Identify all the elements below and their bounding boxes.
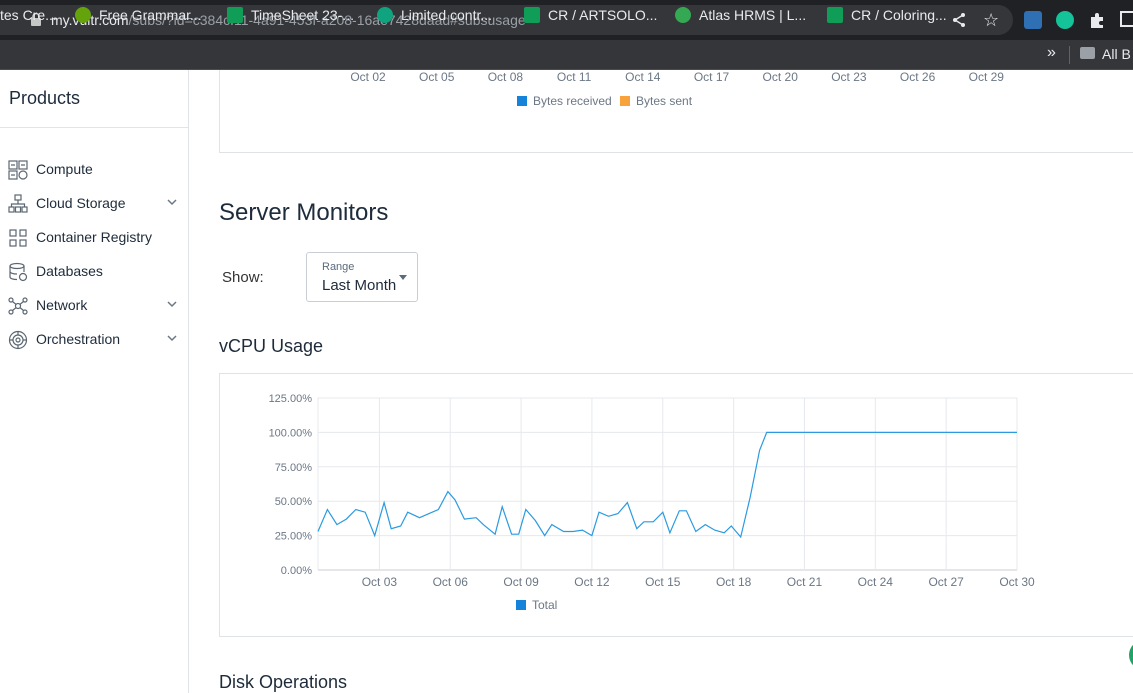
x-tick-label: Oct 30 (999, 575, 1035, 589)
y-tick-label: 125.00% (269, 393, 313, 405)
y-tick-label: 0.00% (281, 565, 312, 577)
compute-icon (8, 160, 28, 180)
x-tick-label: Oct 06 (433, 575, 469, 589)
databases-icon (9, 262, 28, 282)
sidebar-item-label: Container Registry (36, 229, 152, 245)
x-tick-label: Oct 12 (574, 575, 610, 589)
bookmark-star-icon[interactable]: ☆ (983, 10, 999, 31)
orchestration-icon (8, 330, 28, 350)
dropdown-caret-icon (399, 275, 407, 280)
grammar-favicon-icon (75, 7, 91, 23)
chevron-down-icon[interactable] (166, 196, 178, 208)
openai-favicon-icon (377, 7, 393, 23)
all-bookmarks-button[interactable]: All B (1102, 46, 1131, 62)
container-registry-icon (9, 229, 27, 247)
side-panel-icon[interactable] (1120, 11, 1133, 27)
y-tick-label: 100.00% (269, 427, 313, 439)
y-tick-label: 0 (306, 70, 312, 73)
extensions-puzzle-icon[interactable] (1088, 11, 1106, 29)
sidebar-item-network[interactable]: Network (0, 290, 188, 320)
bookmarks-divider (1069, 46, 1070, 64)
vcpu-chart-card: 0.00% 25.00% 50.00% 75.00% 100.00% 125.00% Oc… (219, 373, 1133, 637)
x-tick-label: Oct 09 (503, 575, 539, 589)
sidebar-item-cloud-storage[interactable]: Cloud Storage (0, 188, 188, 218)
sidebar-item-label: Databases (36, 263, 103, 279)
y-tick-label: 75.00% (275, 462, 313, 474)
products-sidebar: Products Compute Cloud Storage Container… (0, 70, 189, 693)
x-tick-label: Oct 20 (763, 70, 799, 84)
atlas-favicon-icon (675, 7, 691, 23)
sidebar-item-label: Cloud Storage (36, 195, 126, 211)
main-content: 0 Oct 02 Oct 05 Oct 08 Oct 11 Oct 14 Oct 17 Oc… (189, 70, 1133, 693)
legend-label-total[interactable]: Total (532, 598, 557, 612)
bookmark-item[interactable]: Atlas HRMS | L... (675, 6, 806, 24)
x-tick-label: Oct 24 (858, 575, 894, 589)
vcpu-legend: Total (516, 598, 557, 612)
legend-swatch-total (516, 600, 526, 610)
sidebar-item-databases[interactable]: Databases (0, 256, 188, 286)
x-tick-label: Oct 29 (969, 70, 1005, 84)
grammarly-extension-icon[interactable] (1056, 11, 1074, 29)
sidebar-item-container-registry[interactable]: Container Registry (0, 222, 188, 252)
sheets-favicon-icon (524, 7, 540, 23)
bookmark-item[interactable]: CR / ARTSOLO... (524, 6, 657, 24)
sidebar-title: Products (9, 88, 81, 108)
bookmarks-overflow-chevron-icon[interactable]: » (1047, 44, 1056, 62)
extension-screen-icon[interactable] (1024, 11, 1042, 29)
bookmark-item[interactable]: CR / Coloring... (827, 6, 947, 24)
range-select-value: Last Month (322, 277, 397, 294)
network-icon (8, 297, 28, 315)
legend-label-bytes-received[interactable]: Bytes received (533, 94, 612, 108)
range-select[interactable]: Range Last Month (306, 252, 418, 302)
cloud-storage-icon (8, 194, 28, 213)
x-tick-label: Oct 15 (645, 575, 681, 589)
legend-label-bytes-sent[interactable]: Bytes sent (636, 94, 693, 108)
disk-operations-heading: Disk Operations (219, 672, 348, 692)
sidebar-item-label: Network (36, 297, 88, 313)
bookmarks-bar (0, 40, 1133, 70)
folder-icon (1080, 47, 1095, 59)
sidebar-divider (0, 127, 188, 128)
x-tick-label: Oct 11 (557, 70, 592, 84)
series-line-total (317, 431, 1017, 539)
range-select-label: Range (322, 261, 355, 273)
sidebar-item-compute[interactable]: Compute (0, 154, 188, 184)
x-tick-label: Oct 27 (928, 575, 964, 589)
sheets-favicon-icon (227, 7, 243, 23)
x-tick-label: Oct 23 (831, 70, 867, 84)
bookmark-item[interactable]: Free Grammar... (75, 6, 202, 24)
y-tick-label: 50.00% (275, 496, 313, 508)
bookmark-item[interactable]: tes Cre... (0, 6, 57, 24)
sidebar-item-label: Orchestration (36, 331, 121, 347)
chevron-down-icon[interactable] (166, 298, 178, 310)
x-tick-label: Oct 02 (350, 70, 386, 84)
bandwidth-legend: Bytes received Bytes sent (517, 94, 693, 108)
vcpu-line-chart: 0.00% 25.00% 50.00% 75.00% 100.00% 125.00% Oc… (269, 393, 1035, 612)
sidebar-item-orchestration[interactable]: Orchestration (0, 324, 188, 354)
sheets-favicon-icon (827, 7, 843, 23)
x-tick-label: Oct 21 (787, 575, 823, 589)
share-icon[interactable] (951, 12, 967, 28)
legend-swatch-bytes-received (517, 96, 527, 106)
x-tick-label: Oct 26 (900, 70, 936, 84)
legend-swatch-bytes-sent (620, 96, 630, 106)
x-tick-label: Oct 14 (625, 70, 661, 84)
y-tick-label: 25.00% (275, 531, 313, 543)
bookmark-item[interactable]: Limited contr... (377, 6, 492, 24)
bookmark-item[interactable]: TimeSheet 23-... (227, 6, 354, 24)
sidebar-item-label: Compute (36, 161, 93, 177)
show-label: Show: (222, 269, 264, 286)
x-tick-label: Oct 03 (362, 575, 398, 589)
x-tick-label: Oct 08 (488, 70, 524, 84)
server-monitors-heading: Server Monitors (219, 199, 389, 226)
bandwidth-bar-chart: 0 Oct 02 Oct 05 Oct 08 Oct 11 Oct 14 Oct 17 Oc… (306, 70, 1005, 108)
bandwidth-chart-card: 0 Oct 02 Oct 05 Oct 08 Oct 11 Oct 14 Oct 17 Oc… (219, 70, 1133, 153)
x-tick-label: Oct 17 (694, 70, 730, 84)
chevron-down-icon[interactable] (166, 332, 178, 344)
vcpu-usage-heading: vCPU Usage (219, 336, 324, 356)
x-tick-label: Oct 05 (419, 70, 455, 84)
x-tick-label: Oct 18 (716, 575, 752, 589)
